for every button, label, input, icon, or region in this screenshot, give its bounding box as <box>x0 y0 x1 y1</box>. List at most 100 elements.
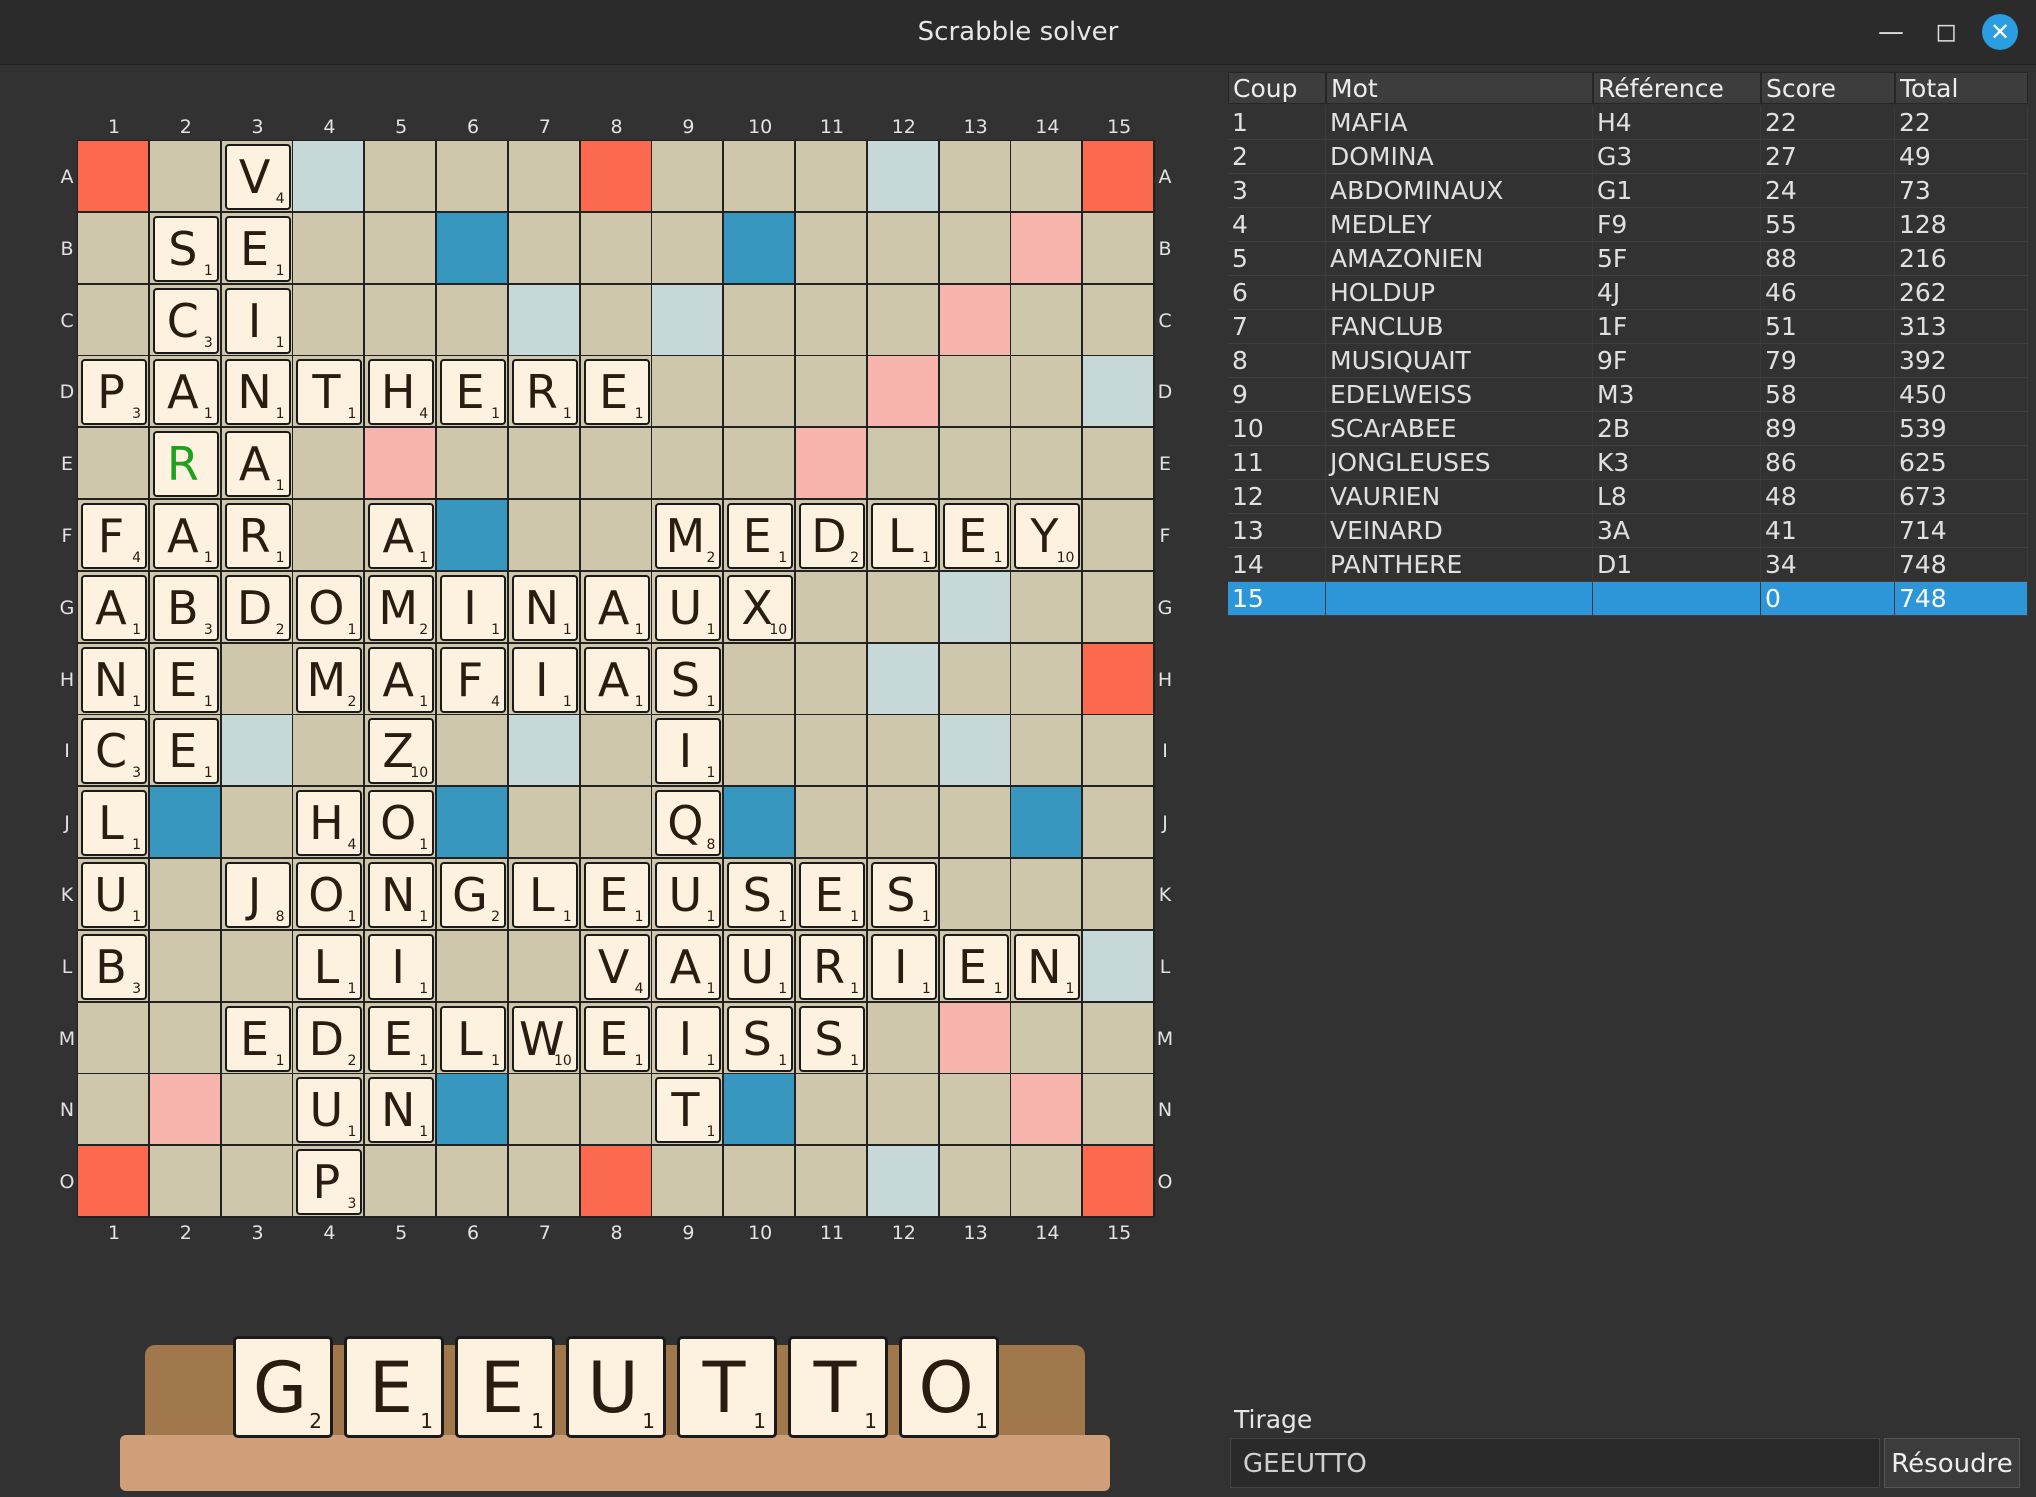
board-cell[interactable] <box>867 284 938 355</box>
table-row[interactable]: 3 ABDOMINAUX G1 24 73 <box>1228 174 2028 208</box>
board-cell[interactable] <box>149 787 220 858</box>
board-cell[interactable] <box>437 1074 507 1145</box>
board-cell[interactable] <box>652 141 723 211</box>
board-cell[interactable] <box>78 1146 148 1217</box>
board-cell[interactable] <box>939 141 1010 211</box>
board-cell[interactable]: O1 <box>293 571 364 642</box>
board-cell[interactable]: U1 <box>652 571 723 642</box>
board-cell[interactable] <box>796 356 866 427</box>
board-cell[interactable]: N1 <box>508 571 579 642</box>
board-cell[interactable]: D2 <box>221 571 292 642</box>
board-cell[interactable] <box>149 1074 220 1145</box>
board-cell[interactable] <box>1011 1146 1082 1217</box>
board-cell[interactable] <box>1083 715 1154 786</box>
board-cell[interactable]: A1 <box>580 571 651 642</box>
board-cell[interactable] <box>580 500 651 570</box>
board-cell[interactable] <box>1083 284 1154 355</box>
board-cell[interactable]: U1 <box>293 1074 364 1145</box>
board-cell[interactable]: S1 <box>652 643 723 714</box>
board-cell[interactable]: E1 <box>724 500 795 570</box>
table-row[interactable]: 10 SCArABEE 2B 89 539 <box>1228 412 2028 446</box>
board-cell[interactable] <box>796 1146 866 1217</box>
board-cell[interactable] <box>508 212 579 283</box>
board-cell[interactable]: I1 <box>652 715 723 786</box>
board-cell[interactable] <box>867 212 938 283</box>
board-cell[interactable] <box>796 571 866 642</box>
board-cell[interactable]: E1 <box>365 1002 436 1073</box>
board-cell[interactable] <box>293 500 364 570</box>
board-cell[interactable] <box>221 643 292 714</box>
board-cell[interactable] <box>149 859 220 929</box>
maximize-icon[interactable]: ◻ <box>1928 14 1964 50</box>
table-row[interactable]: 7 FANCLUB 1F 51 313 <box>1228 310 2028 344</box>
board-cell[interactable] <box>437 715 507 786</box>
board-cell[interactable]: N1 <box>365 859 436 929</box>
board-cell[interactable]: S1 <box>724 859 795 929</box>
board-cell[interactable] <box>580 141 651 211</box>
board-cell[interactable]: R <box>149 428 220 499</box>
board-cell[interactable] <box>78 284 148 355</box>
board-cell[interactable]: B3 <box>149 571 220 642</box>
board-cell[interactable]: N1 <box>365 1074 436 1145</box>
board-cell[interactable] <box>437 212 507 283</box>
board-cell[interactable]: E1 <box>580 1002 651 1073</box>
board-cell[interactable]: U1 <box>78 859 148 929</box>
board-cell[interactable]: L1 <box>508 859 579 929</box>
board-cell[interactable] <box>365 141 436 211</box>
board-cell[interactable] <box>1011 571 1082 642</box>
board-cell[interactable] <box>1083 1074 1154 1145</box>
board-cell[interactable]: A1 <box>652 930 723 1001</box>
solve-button[interactable]: Résoudre <box>1884 1438 2020 1488</box>
board-cell[interactable]: E1 <box>149 643 220 714</box>
board-cell[interactable] <box>867 643 938 714</box>
column-header[interactable]: Mot <box>1326 72 1593 104</box>
board-cell[interactable]: L1 <box>293 930 364 1001</box>
board-cell[interactable] <box>293 212 364 283</box>
board-cell[interactable]: E1 <box>796 859 866 929</box>
board-cell[interactable]: O1 <box>293 859 364 929</box>
board-cell[interactable] <box>1011 356 1082 427</box>
board-cell[interactable] <box>724 1146 795 1217</box>
board-cell[interactable]: L1 <box>437 1002 507 1073</box>
board-cell[interactable] <box>580 284 651 355</box>
board-cell[interactable] <box>724 212 795 283</box>
board-cell[interactable]: E1 <box>580 859 651 929</box>
tirage-input[interactable]: GEEUTTO <box>1230 1438 1880 1488</box>
board-cell[interactable] <box>1083 500 1154 570</box>
board-cell[interactable]: D2 <box>293 1002 364 1073</box>
board-cell[interactable] <box>939 859 1010 929</box>
board-cell[interactable] <box>724 787 795 858</box>
board-cell[interactable] <box>1083 930 1154 1001</box>
board-cell[interactable]: H4 <box>293 787 364 858</box>
board-cell[interactable] <box>796 643 866 714</box>
board-cell[interactable] <box>1083 428 1154 499</box>
board-cell[interactable] <box>437 787 507 858</box>
board-cell[interactable]: B3 <box>78 930 148 1001</box>
board-cell[interactable]: O1 <box>365 787 436 858</box>
board-cell[interactable]: T1 <box>293 356 364 427</box>
board-cell[interactable] <box>1083 787 1154 858</box>
board-cell[interactable] <box>508 500 579 570</box>
board-cell[interactable] <box>652 284 723 355</box>
board-cell[interactable]: R1 <box>796 930 866 1001</box>
rack-tile[interactable]: E1 <box>344 1336 444 1438</box>
board-cell[interactable] <box>78 212 148 283</box>
board-cell[interactable]: G2 <box>437 859 507 929</box>
board-cell[interactable] <box>293 284 364 355</box>
board-cell[interactable] <box>221 1074 292 1145</box>
board-cell[interactable]: Z 10 <box>365 715 436 786</box>
board-cell[interactable]: A1 <box>221 428 292 499</box>
board-cell[interactable] <box>867 571 938 642</box>
board-cell[interactable] <box>437 500 507 570</box>
board-cell[interactable] <box>1083 141 1154 211</box>
board-cell[interactable]: T1 <box>652 1074 723 1145</box>
board-cell[interactable] <box>796 1074 866 1145</box>
close-icon[interactable]: ✕ <box>1982 14 2018 50</box>
board-cell[interactable] <box>652 1146 723 1217</box>
board-cell[interactable] <box>1011 859 1082 929</box>
board-cell[interactable] <box>867 787 938 858</box>
board-cell[interactable] <box>796 141 866 211</box>
board-cell[interactable] <box>580 715 651 786</box>
board-cell[interactable]: Q8 <box>652 787 723 858</box>
board-cell[interactable] <box>796 787 866 858</box>
